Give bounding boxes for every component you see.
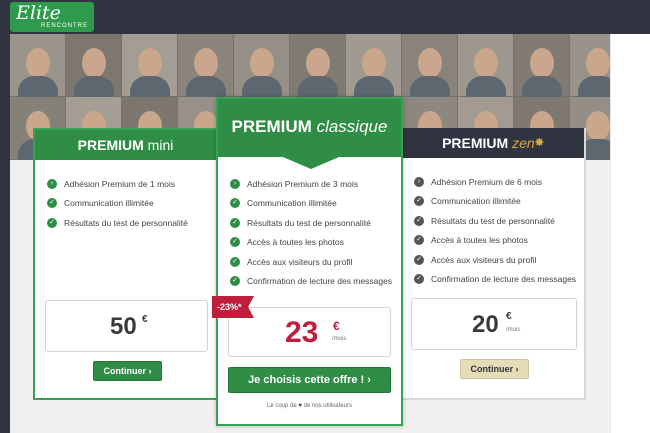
note-text-before: Le coup de bbox=[267, 403, 297, 409]
member-photo bbox=[346, 34, 402, 106]
price-box: 23 € /mois bbox=[228, 307, 391, 357]
check-circle-icon: ✓ bbox=[414, 235, 424, 246]
price-value: 23 bbox=[285, 316, 319, 349]
header-pointer bbox=[283, 157, 339, 169]
price-box: 50 € bbox=[45, 300, 208, 352]
feature-item: ✓ Accès aux visiteurs du profil bbox=[414, 250, 576, 270]
check-circle-icon: ✓ bbox=[414, 196, 424, 207]
member-photo bbox=[290, 34, 346, 106]
check-circle-icon: ✓ bbox=[47, 198, 57, 209]
plan-title-bold: PREMIUM bbox=[77, 137, 144, 153]
continue-button-zen[interactable]: Continuer › bbox=[460, 359, 529, 379]
plan-title-classique: PREMIUM classique bbox=[218, 99, 401, 157]
member-photo bbox=[66, 34, 122, 106]
member-photo bbox=[178, 34, 234, 106]
check-circle-icon: ✓ bbox=[230, 237, 240, 248]
continue-button-mini[interactable]: Continuer › bbox=[93, 361, 162, 381]
feature-item: › Adhésion Premium de 1 mois bbox=[47, 174, 188, 194]
favorite-note: Le coup de ♥ de nos utilisateurs bbox=[216, 403, 403, 409]
feature-list: › Adhésion Premium de 6 mois ✓ Communicati… bbox=[414, 172, 576, 289]
feature-item: ✓ Confirmation de lecture des messages bbox=[230, 272, 392, 292]
feature-item: ✓ Résultats du test de personnalité bbox=[230, 213, 392, 233]
plan-card-mini: PREMIUM mini › Adhésion Premium de 1 mois… bbox=[33, 128, 218, 400]
logo-subtitle: RENCONTRE bbox=[40, 23, 88, 29]
check-circle-icon: ✓ bbox=[230, 217, 240, 228]
chevron-right-icon: › bbox=[230, 178, 240, 189]
check-circle-icon: ✓ bbox=[414, 215, 424, 226]
member-photo bbox=[122, 34, 178, 106]
check-circle-icon: ✓ bbox=[47, 217, 57, 228]
left-strip bbox=[0, 34, 10, 433]
logo-text: Elite bbox=[16, 2, 61, 24]
feature-item: ✓ Communication illimitée bbox=[47, 194, 188, 214]
check-circle-icon: ✓ bbox=[230, 198, 240, 209]
check-circle-icon: ✓ bbox=[230, 276, 240, 287]
star-icon: ✸ bbox=[534, 137, 544, 149]
feature-label: Résultats du test de personnalité bbox=[247, 217, 371, 228]
feature-item: ✓ Communication illimitée bbox=[230, 194, 392, 214]
feature-item: ✓ Confirmation de lecture des messages bbox=[414, 270, 576, 290]
feature-label: Confirmation de lecture des messages bbox=[431, 274, 577, 285]
feature-label: Communication illimitée bbox=[247, 198, 337, 209]
member-photo bbox=[402, 34, 458, 106]
feature-item: ✓ Accès à toutes les photos bbox=[414, 231, 576, 251]
member-photo bbox=[570, 34, 610, 106]
feature-label: Accès à toutes les photos bbox=[247, 237, 344, 248]
plan-title-light: mini bbox=[147, 137, 174, 153]
feature-item: › Adhésion Premium de 6 mois bbox=[414, 172, 576, 192]
feature-label: Adhésion Premium de 3 mois bbox=[247, 178, 359, 189]
feature-list: › Adhésion Premium de 1 mois ✓ Communicati… bbox=[47, 174, 188, 233]
right-pane bbox=[610, 34, 650, 433]
feature-label: Adhésion Premium de 6 mois bbox=[431, 176, 543, 187]
plan-title-bold: PREMIUM bbox=[442, 135, 509, 151]
check-circle-icon: ✓ bbox=[230, 256, 240, 267]
feature-item: ✓ Résultats du test de personnalité bbox=[414, 211, 576, 231]
member-photo bbox=[234, 34, 290, 106]
feature-label: Confirmation de lecture des messages bbox=[247, 276, 393, 287]
member-photo bbox=[514, 34, 570, 106]
feature-item: › Adhésion Premium de 3 mois bbox=[230, 174, 392, 194]
elite-logo[interactable]: Elite RENCONTRE bbox=[10, 2, 94, 32]
feature-label: Communication illimitée bbox=[431, 196, 521, 207]
choose-offer-button[interactable]: Je choisis cette offre ! › bbox=[228, 367, 391, 393]
feature-label: Adhésion Premium de 1 mois bbox=[64, 178, 176, 189]
price-currency: € bbox=[333, 319, 340, 333]
price-currency: € bbox=[506, 311, 512, 322]
chevron-right-icon: › bbox=[414, 176, 424, 187]
heart-icon: ♥ bbox=[298, 403, 302, 409]
feature-label: Résultats du test de personnalité bbox=[64, 217, 188, 228]
plan-card-classique: PREMIUM classique › Adhésion Premium de 3… bbox=[216, 97, 403, 426]
chevron-right-icon: › bbox=[47, 178, 57, 189]
feature-list: › Adhésion Premium de 3 mois ✓ Communicati… bbox=[230, 174, 392, 291]
member-photo bbox=[10, 34, 66, 106]
top-bar: Elite RENCONTRE bbox=[0, 0, 650, 34]
price-box: 20 € /mois bbox=[411, 298, 577, 350]
plan-title-bold: PREMIUM bbox=[231, 117, 312, 136]
plan-title-mini: PREMIUM mini bbox=[35, 130, 216, 160]
feature-label: Accès aux visiteurs du profil bbox=[431, 254, 537, 265]
price-period: /mois bbox=[332, 336, 347, 342]
plan-title-light: classique bbox=[316, 117, 388, 136]
price-value: 50 bbox=[110, 313, 137, 340]
feature-label: Accès à toutes les photos bbox=[431, 235, 528, 246]
note-text-after: de nos utilisateurs bbox=[303, 403, 352, 409]
feature-label: Communication illimitée bbox=[64, 198, 154, 209]
feature-item: ✓ Accès à toutes les photos bbox=[230, 233, 392, 253]
feature-label: Résultats du test de personnalité bbox=[431, 215, 555, 226]
check-circle-icon: ✓ bbox=[414, 254, 424, 265]
feature-label: Accès aux visiteurs du profil bbox=[247, 256, 353, 267]
feature-item: ✓ Communication illimitée bbox=[414, 192, 576, 212]
discount-badge: -23%* bbox=[212, 296, 254, 318]
member-photo bbox=[458, 34, 514, 106]
check-circle-icon: ✓ bbox=[414, 274, 424, 285]
feature-item: ✓ Résultats du test de personnalité bbox=[47, 213, 188, 233]
plan-title-zen: PREMIUM zen✸ bbox=[402, 128, 584, 158]
price-value: 20 bbox=[472, 311, 499, 338]
plan-card-zen: PREMIUM zen✸ › Adhésion Premium de 6 mois… bbox=[400, 128, 586, 400]
price-currency: € bbox=[142, 314, 148, 325]
price-period: /mois bbox=[506, 327, 521, 333]
feature-item: ✓ Accès aux visiteurs du profil bbox=[230, 252, 392, 272]
plan-title-light: zen bbox=[512, 135, 535, 151]
